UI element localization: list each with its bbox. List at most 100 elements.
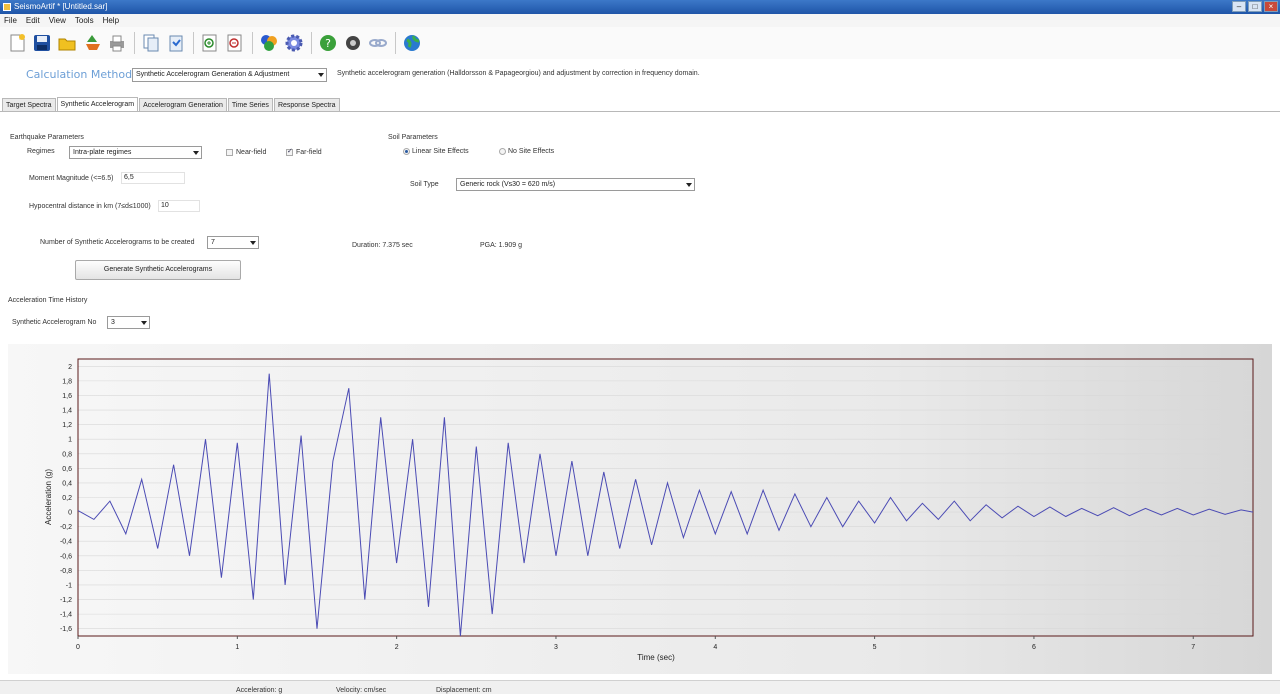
help-icon[interactable]: ? [317, 32, 339, 54]
copy-icon[interactable] [140, 32, 162, 54]
y-tick-label: -0,6 [60, 553, 72, 560]
status-bar: Acceleration: g Velocity: cm/sec Displac… [0, 680, 1280, 694]
menu-tools[interactable]: Tools [75, 14, 94, 27]
toolbar-separator [193, 32, 194, 54]
open-folder-icon[interactable] [56, 32, 78, 54]
x-tick-label: 3 [554, 644, 558, 651]
hypocentral-distance-label: Hypocentral distance in km (7≤d≤1000) [29, 203, 151, 210]
accelerogram-count-value: 7 [211, 239, 215, 246]
status-acceleration-units: Acceleration: g [236, 687, 283, 694]
accelerogram-number-select[interactable]: 3 [107, 316, 150, 329]
far-field-label: Far-field [296, 149, 322, 156]
print-icon[interactable] [106, 32, 128, 54]
generate-accelerograms-button[interactable]: Generate Synthetic Accelerograms [75, 260, 241, 280]
far-field-checkbox[interactable] [286, 147, 293, 156]
earthquake-parameters-title: Earthquake Parameters [10, 134, 84, 141]
acceleration-time-history-chart[interactable]: 2 1,8 1,6 1,4 1,2 1 0,8 0,6 0,4 0,2 0 -0,2 -0,4 -0,6 -… [8, 344, 1272, 674]
linear-site-effects-label: Linear Site Effects [412, 148, 469, 155]
no-site-effects-radio[interactable] [499, 148, 506, 155]
zoom-out-icon[interactable] [224, 32, 246, 54]
menu-edit[interactable]: Edit [26, 14, 40, 27]
x-tick-label: 5 [873, 644, 877, 651]
colors-icon[interactable] [258, 32, 280, 54]
y-tick-label: 1,2 [62, 422, 72, 429]
acceleration-chart-area: 2 1,8 1,6 1,4 1,2 1 0,8 0,6 0,4 0,2 0 -0,2 -0,4 -0,6 -… [8, 344, 1272, 674]
tab-accelerogram-generation[interactable]: Accelerogram Generation [139, 98, 227, 112]
minimize-button[interactable]: – [1232, 1, 1246, 12]
calculation-method-description: Synthetic accelerogram generation (Halld… [337, 70, 700, 77]
y-tick-label: -1,4 [60, 612, 72, 619]
tab-time-series[interactable]: Time Series [227, 98, 273, 112]
soil-type-label: Soil Type [410, 181, 439, 188]
chevron-down-icon [141, 321, 147, 325]
x-tick-label: 7 [1191, 644, 1195, 651]
accelerogram-number-value: 3 [111, 319, 115, 326]
pga-readout: PGA: 1.909 g [480, 242, 523, 249]
y-tick-label: -0,8 [60, 568, 72, 575]
y-tick-label: 0,8 [62, 451, 72, 458]
zoom-in-icon[interactable] [199, 32, 221, 54]
moment-magnitude-input[interactable]: 6,5 [121, 172, 185, 184]
menu-view[interactable]: View [49, 14, 66, 27]
tab-strip: Target Spectra Synthetic Accelerogram Ac… [2, 97, 341, 112]
x-tick-label: 0 [76, 644, 80, 651]
status-velocity-units: Velocity: cm/sec [336, 687, 387, 694]
regimes-select[interactable]: Intra-plate regimes [69, 146, 202, 159]
link-icon[interactable] [367, 32, 389, 54]
calculation-method-label: Calculation Method [26, 68, 133, 81]
synthetic-accelerogram-panel: Earthquake Parameters Regimes Intra-plat… [0, 111, 1280, 679]
y-tick-label: 1,4 [62, 408, 72, 415]
tools-icon[interactable] [342, 32, 364, 54]
hypocentral-distance-value: 10 [161, 202, 169, 209]
x-tick-label: 2 [395, 644, 399, 651]
calculation-method-value: Synthetic Accelerogram Generation & Adju… [136, 71, 290, 78]
toolbar-separator [252, 32, 253, 54]
settings-gear-icon[interactable] [283, 32, 305, 54]
save-icon[interactable] [31, 32, 53, 54]
x-tick-label: 6 [1032, 644, 1036, 651]
paste-icon[interactable] [165, 32, 187, 54]
duration-readout: Duration: 7.375 sec [352, 242, 413, 249]
x-axis-label: Time (sec) [637, 653, 675, 662]
tab-target-spectra[interactable]: Target Spectra [2, 98, 56, 112]
chevron-down-icon [318, 73, 324, 77]
y-axis-label: Acceleration (g) [44, 469, 53, 525]
near-field-label: Near-field [236, 149, 267, 156]
y-tick-label: -0,2 [60, 524, 72, 531]
acceleration-history-title: Acceleration Time History [8, 297, 88, 304]
tab-synthetic-accelerogram[interactable]: Synthetic Accelerogram [56, 97, 139, 112]
maximize-button[interactable]: □ [1248, 1, 1262, 12]
linear-site-effects-radio[interactable] [403, 148, 410, 155]
y-tick-label: 2 [68, 364, 72, 371]
menu-help[interactable]: Help [103, 14, 119, 27]
menu-file[interactable]: File [4, 14, 17, 27]
soil-type-select[interactable]: Generic rock (Vs30 = 620 m/s) [456, 178, 695, 191]
accelerogram-count-select[interactable]: 7 [207, 236, 259, 249]
app-icon [3, 3, 11, 11]
regimes-value: Intra-plate regimes [73, 149, 132, 156]
soil-type-value: Generic rock (Vs30 = 620 m/s) [460, 181, 556, 188]
toolbar: ? [0, 27, 1280, 59]
window-title: SeismoArtif * [Untitled.sar] [14, 2, 108, 11]
accelerogram-count-label: Number of Synthetic Accelerograms to be … [40, 239, 195, 246]
calculation-method-row: Calculation Method Synthetic Accelerogra… [0, 64, 1280, 84]
no-site-effects-label: No Site Effects [508, 148, 555, 155]
calculation-method-select[interactable]: Synthetic Accelerogram Generation & Adju… [132, 68, 327, 82]
x-tick-label: 1 [235, 644, 239, 651]
y-tick-label: 0,4 [62, 480, 72, 487]
toolbar-separator [395, 32, 396, 54]
hypocentral-distance-input[interactable]: 10 [158, 200, 200, 212]
close-button[interactable]: × [1264, 1, 1278, 12]
toolbar-separator [311, 32, 312, 54]
toolbar-separator [134, 32, 135, 54]
regimes-label: Regimes [27, 148, 55, 155]
new-file-icon[interactable] [6, 32, 28, 54]
x-tick-label: 4 [713, 644, 717, 651]
recycle-icon[interactable] [81, 32, 103, 54]
web-globe-icon[interactable] [401, 32, 423, 54]
chevron-down-icon [250, 241, 256, 245]
near-field-checkbox[interactable] [226, 149, 233, 156]
tab-response-spectra[interactable]: Response Spectra [273, 98, 340, 112]
status-displacement-units: Displacement: cm [436, 687, 492, 694]
menu-bar: File Edit View Tools Help [0, 14, 1280, 27]
